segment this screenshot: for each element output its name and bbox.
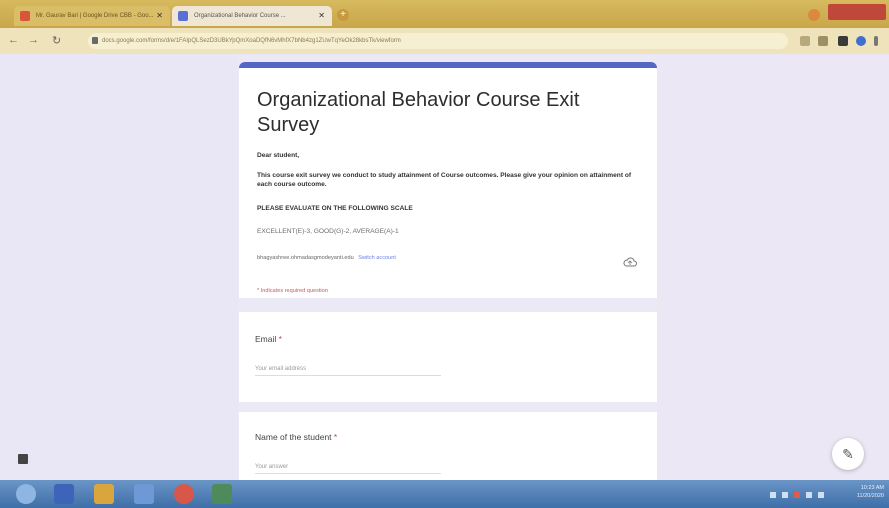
forward-arrow-icon[interactable]: → (28, 34, 39, 46)
required-asterisk: * (278, 334, 282, 344)
scale-heading: PLEASE EVALUATE ON THE FOLLOWING SCALE (257, 205, 413, 212)
new-tab-button[interactable]: + (337, 9, 349, 21)
required-asterisk: * (333, 432, 338, 442)
extension-icon[interactable] (838, 36, 848, 46)
account-row: bhagyashree.ohmadasgmodeyanti.edu Switch… (257, 255, 396, 261)
question-card-name: Name of the student * Your answer (239, 412, 657, 480)
question-title: Email (255, 334, 277, 344)
tab-label: Organizational Behavior Course ... (194, 13, 286, 19)
email-field[interactable]: Your email address (255, 366, 441, 376)
windows-taskbar: 10:23 AM 11/20/2020 (0, 480, 889, 508)
browser-toolbar: ← → ↻ docs.google.com/forms/d/e/1FAIpQLS… (0, 28, 889, 54)
profile-avatar[interactable] (808, 9, 820, 21)
clock-date: 11/20/2020 (856, 493, 884, 499)
word-app-icon[interactable] (54, 484, 74, 504)
clock-time: 10:23 AM (860, 485, 884, 491)
screen: Mr. Gaurav Bari | Google Drive CBB - Goo… (0, 0, 889, 508)
tab-label: Mr. Gaurav Bari | Google Drive CBB - Goo… (36, 13, 154, 19)
edit-pencil-icon[interactable]: ✎ (832, 438, 864, 470)
student-name-field[interactable]: Your answer (255, 464, 441, 474)
sidebar-toggle-icon[interactable] (18, 454, 28, 464)
extension-icon[interactable] (818, 36, 828, 46)
reload-icon[interactable]: ↻ (52, 34, 61, 47)
window-controls[interactable] (828, 4, 886, 20)
address-bar[interactable]: docs.google.com/forms/d/e/1FAIpQLSezD3UB… (88, 33, 788, 49)
address-text: docs.google.com/forms/d/e/1FAIpQLSezD3UB… (102, 38, 401, 44)
browser-tab-drive[interactable]: Mr. Gaurav Bari | Google Drive CBB - Goo… (14, 6, 170, 26)
system-clock[interactable]: 10:23 AM 11/20/2020 (842, 484, 884, 500)
page-background-left (0, 54, 238, 480)
chrome-app-icon[interactable] (174, 484, 194, 504)
scale-values: EXCELLENT(E)-3, GOOD(G)-2, AVERAGE(A)-1 (257, 228, 399, 235)
form-header-card: Organizational Behavior Course Exit Surv… (239, 62, 657, 298)
file-explorer-icon[interactable] (94, 484, 114, 504)
question-label: Email * (255, 334, 282, 344)
form-title: Organizational Behavior Course Exit Surv… (257, 89, 580, 136)
question-title: Name of the student (255, 432, 332, 442)
close-tab-icon[interactable]: ✕ (156, 11, 163, 20)
browser-tab-form[interactable]: Organizational Behavior Course ... ✕ (172, 6, 332, 26)
app-icon[interactable] (212, 484, 232, 504)
back-arrow-icon[interactable]: ← (8, 34, 19, 46)
close-tab-icon[interactable]: ✕ (318, 11, 325, 20)
form-greeting: Dear student, (257, 152, 300, 159)
question-card-email: Email * Your email address (239, 312, 657, 402)
account-icon[interactable] (856, 36, 866, 46)
system-tray[interactable] (770, 488, 840, 500)
star-icon[interactable] (800, 36, 810, 46)
form-page: Organizational Behavior Course Exit Surv… (0, 54, 889, 480)
question-label: Name of the student * (255, 432, 337, 442)
start-button-icon[interactable] (16, 484, 36, 504)
cloud-save-icon (623, 254, 637, 272)
forms-favicon-icon (178, 11, 188, 21)
browser-tab-bar: Mr. Gaurav Bari | Google Drive CBB - Goo… (0, 0, 889, 28)
account-email: bhagyashree.ohmadasgmodeyanti.edu (257, 255, 354, 261)
drive-favicon-icon (20, 11, 30, 21)
lock-icon (92, 37, 98, 44)
menu-icon[interactable] (874, 36, 878, 46)
switch-account-link[interactable]: Switch account (358, 255, 396, 261)
form-intro: This course exit survey we conduct to st… (257, 172, 632, 188)
app-icon[interactable] (134, 484, 154, 504)
required-note: * Indicates required question (257, 288, 328, 294)
page-background-right (657, 54, 889, 480)
